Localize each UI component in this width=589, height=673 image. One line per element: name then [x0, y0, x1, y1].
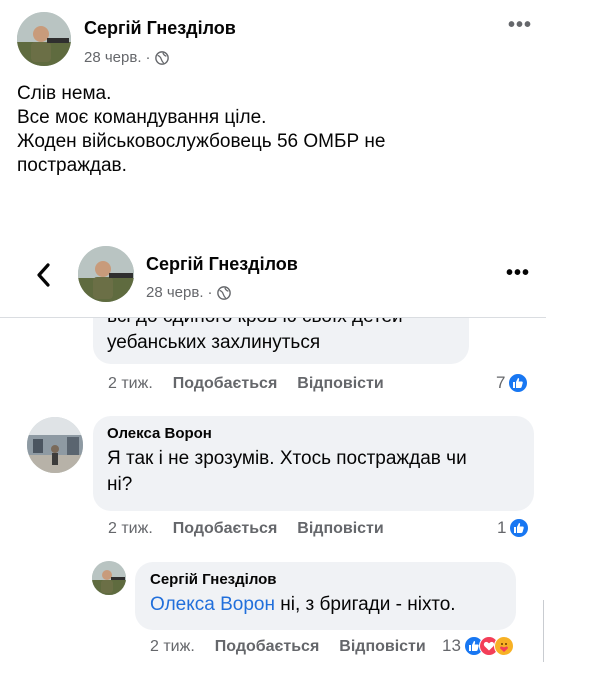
reaction-count: 7 [496, 373, 506, 392]
reply-button[interactable]: Відповісти [297, 520, 383, 538]
mention-link[interactable]: Олекса Ворон [150, 594, 275, 615]
post-author-avatar[interactable] [17, 12, 71, 66]
header-meta: 28 черв. · [146, 284, 231, 301]
reply-text: Олекса Ворон ні, з бригади - ніхто. [150, 592, 501, 618]
reply-button[interactable]: Відповісти [339, 638, 425, 656]
post-line: Жоден військовослужбовець 56 ОМБР не [17, 131, 386, 152]
post-line: постраждав. [17, 155, 127, 176]
reply-author-avatar[interactable] [92, 561, 126, 595]
comment-reactions[interactable]: 1 [497, 518, 530, 538]
post-line: Слів нема. [17, 83, 112, 104]
reply-author[interactable]: Сергій Гнезділов [150, 571, 501, 588]
reply-button[interactable]: Відповісти [297, 375, 383, 393]
meta-separator: · [207, 284, 213, 301]
header-author-avatar[interactable] [78, 246, 134, 302]
comment-bubble: Олекса Ворон Я так і не зрозумів. Хтось … [93, 416, 534, 511]
like-button[interactable]: Подобається [173, 375, 278, 393]
reaction-count: 13 [442, 636, 461, 655]
like-reaction-icon [508, 373, 529, 393]
reply-bubble: Сергій Гнезділов Олекса Ворон ні, з бриг… [135, 562, 516, 630]
like-button[interactable]: Подобається [215, 638, 320, 656]
comment-time[interactable]: 2 тиж. [108, 520, 153, 538]
comment-reactions[interactable]: 7 [496, 373, 529, 393]
more-options-icon[interactable]: ••• [508, 14, 532, 37]
care-reaction-icon [493, 636, 514, 656]
reply-reactions[interactable]: 13 [442, 636, 514, 656]
comment-text-line: всі до єдиного кров ю своїх детей [107, 318, 455, 330]
post-author-name[interactable]: Сергій Гнезділов [84, 18, 236, 39]
comment-text-line: уебанських захлинуться [107, 332, 321, 353]
post-line: Все моє командування ціле. [17, 107, 267, 128]
like-reaction-icon [509, 518, 530, 538]
reply-actions: 2 тиж. Подобається Відповісти [150, 638, 446, 656]
comment-actions: 2 тиж. Подобається Відповісти [108, 375, 404, 393]
commenter-avatar[interactable] [27, 417, 83, 473]
comment-clip: всі до єдиного кров ю своїх детей уебанс… [0, 318, 546, 378]
avatar-photo [92, 561, 126, 595]
thread-line [543, 600, 544, 662]
comment-actions: 2 тиж. Подобається Відповісти [108, 520, 404, 538]
like-button[interactable]: Подобається [173, 520, 278, 538]
more-options-icon[interactable]: ••• [506, 262, 530, 285]
comment-author[interactable]: Олекса Ворон [107, 425, 520, 442]
reply-text-body: ні, з бригади - ніхто. [274, 594, 456, 615]
post-date[interactable]: 28 черв. [84, 49, 142, 66]
comment-text-line: ні? [107, 474, 133, 495]
post-meta: 28 черв. · [84, 49, 169, 66]
avatar-photo [78, 246, 134, 302]
avatar-photo [27, 417, 83, 473]
post-text: Слів нема. Все моє командування ціле. Жо… [17, 82, 385, 178]
header-author-name[interactable]: Сергій Гнезділов [146, 254, 298, 275]
globe-icon [216, 285, 231, 300]
globe-icon [154, 50, 169, 65]
meta-separator: · [145, 49, 151, 66]
header-date[interactable]: 28 черв. [146, 284, 204, 301]
comment-time[interactable]: 2 тиж. [108, 375, 153, 393]
comment-time[interactable]: 2 тиж. [150, 638, 195, 656]
comment-bubble: всі до єдиного кров ю своїх детей уебанс… [93, 318, 469, 364]
avatar-photo [17, 12, 71, 66]
reaction-count: 1 [497, 518, 507, 537]
back-chevron-icon[interactable] [34, 262, 54, 288]
comment-text-line: Я так і не зрозумів. Хтось постраждав чи [107, 448, 467, 469]
